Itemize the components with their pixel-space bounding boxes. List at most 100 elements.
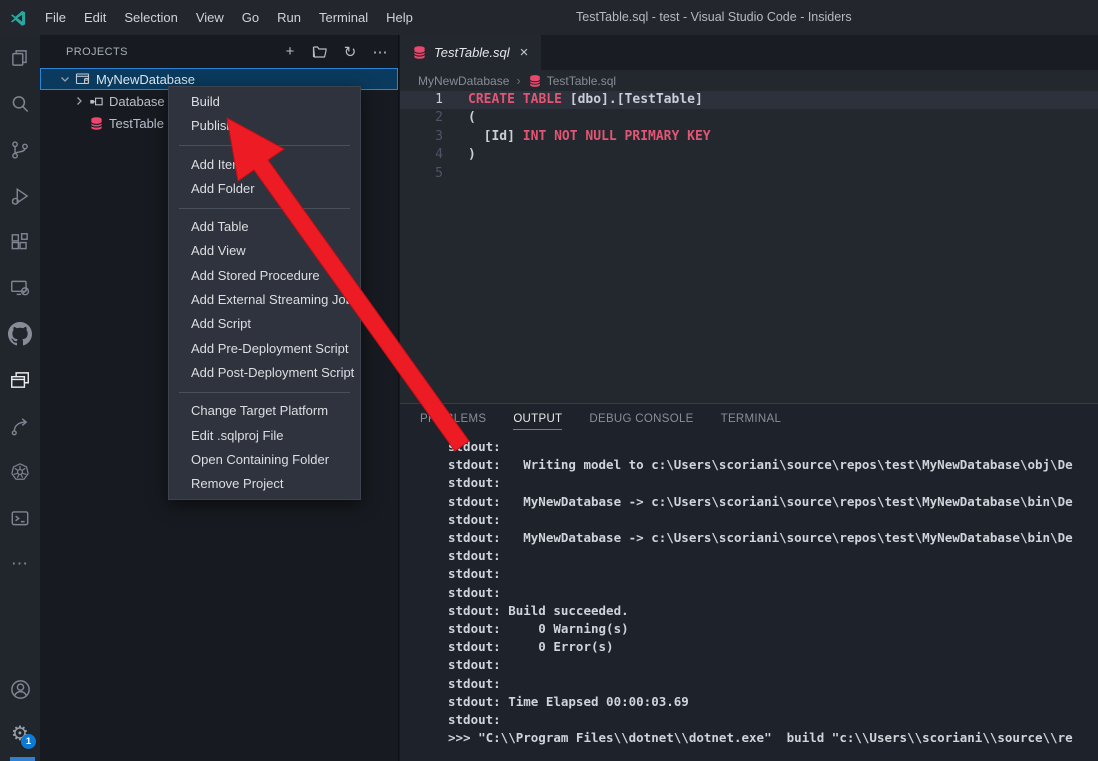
github-icon[interactable]	[0, 311, 40, 357]
account-icon[interactable]	[0, 667, 40, 711]
code-editor[interactable]: 1CREATE TABLE [dbo].[TestTable]2(3 [Id] …	[400, 91, 1098, 403]
menu-edit[interactable]: Edit	[75, 0, 115, 35]
output-line: stdout:	[448, 656, 1098, 674]
bottom-panel: PROBLEMS OUTPUT DEBUG CONSOLE TERMINAL s…	[400, 403, 1098, 761]
output-line: stdout:	[448, 438, 1098, 456]
tab-problems[interactable]: PROBLEMS	[420, 404, 486, 434]
menu-item-remove-project[interactable]: Remove Project	[169, 472, 360, 496]
explorer-icon[interactable]	[0, 35, 40, 81]
activity-bar: ⋯ ⚙ 1	[0, 35, 40, 761]
tab-output[interactable]: OUTPUT	[513, 404, 562, 434]
tab-terminal[interactable]: TERMINAL	[721, 404, 782, 434]
code-line-5: 5	[400, 165, 1098, 183]
menu-item-add-stored-procedure[interactable]: Add Stored Procedure	[169, 264, 360, 288]
output-line: stdout: Writing model to c:\Users\scoria…	[448, 456, 1098, 474]
tab-testtable-sql[interactable]: TestTable.sql ×	[400, 35, 541, 70]
menu-selection[interactable]: Selection	[115, 0, 186, 35]
breadcrumb-project[interactable]: MyNewDatabase	[418, 74, 509, 88]
activity-bar-bottom: ⚙ 1	[0, 667, 40, 755]
tree-item-label: TestTable	[109, 116, 164, 131]
editor-area: TestTable.sql × MyNewDatabase › TestTabl…	[400, 35, 1098, 403]
database-projects-icon[interactable]	[0, 357, 40, 403]
line-number: 2	[400, 109, 443, 127]
code-line-4: 4)	[400, 146, 1098, 164]
output-line: stdout:	[448, 711, 1098, 729]
database-file-icon	[89, 116, 104, 131]
tree-item-label: MyNewDatabase	[96, 72, 195, 87]
chevron-down-icon[interactable]	[57, 73, 73, 85]
output-line: stdout:	[448, 474, 1098, 492]
run-debug-icon[interactable]	[0, 173, 40, 219]
menu-item-publish[interactable]: Publish	[169, 114, 360, 138]
close-icon[interactable]: ×	[517, 44, 532, 61]
open-folder-icon[interactable]	[310, 42, 330, 62]
sidebar-title: PROJECTS	[66, 46, 280, 58]
menu-file[interactable]: File	[36, 0, 75, 35]
output-line: stdout:	[448, 547, 1098, 565]
menu-item-add-external-streaming-job[interactable]: Add External Streaming Job	[169, 288, 360, 312]
menu-item-add-script[interactable]: Add Script	[169, 312, 360, 336]
menu-item-change-target-platform[interactable]: Change Target Platform	[169, 399, 360, 423]
window-title: TestTable.sql - test - Visual Studio Cod…	[576, 0, 852, 35]
sidebar-header: PROJECTS + ↻ ⋯	[40, 35, 398, 68]
breadcrumb-file-label: TestTable.sql	[547, 74, 616, 88]
line-number: 4	[400, 146, 443, 164]
menu-run[interactable]: Run	[268, 0, 310, 35]
line-number: 1	[400, 91, 443, 109]
remote-explorer-icon[interactable]	[0, 265, 40, 311]
database-file-icon	[528, 74, 542, 88]
breadcrumb-file[interactable]: TestTable.sql	[528, 74, 616, 88]
refresh-icon[interactable]: ↻	[340, 42, 360, 62]
menu-separator	[179, 392, 350, 393]
menu-help[interactable]: Help	[377, 0, 422, 35]
output-console[interactable]: stdout:stdout: Writing model to c:\Users…	[400, 434, 1098, 761]
add-project-icon[interactable]: +	[280, 42, 300, 62]
menu-item-build[interactable]: Build	[169, 90, 360, 114]
menu-item-open-containing-folder[interactable]: Open Containing Folder	[169, 448, 360, 472]
terminal-shell-icon[interactable]	[0, 495, 40, 541]
menu-item-add-table[interactable]: Add Table	[169, 215, 360, 239]
extensions-icon[interactable]	[0, 219, 40, 265]
menu-item-add-item[interactable]: Add Item...	[169, 153, 360, 177]
database-references-icon	[89, 94, 104, 109]
code-line-3: 3 [Id] INT NOT NULL PRIMARY KEY	[400, 128, 1098, 146]
menu-item-add-view[interactable]: Add View	[169, 239, 360, 263]
tree-item-label: Database	[109, 94, 165, 109]
line-number: 3	[400, 128, 443, 146]
tab-debug-console[interactable]: DEBUG CONSOLE	[589, 404, 693, 434]
menu-terminal[interactable]: Terminal	[310, 0, 377, 35]
title-bar: File Edit Selection View Go Run Terminal…	[0, 0, 1098, 35]
source-control-icon[interactable]	[0, 127, 40, 173]
chevron-right-icon: ›	[516, 73, 520, 88]
output-line: stdout:	[448, 584, 1098, 602]
share-icon[interactable]	[0, 403, 40, 449]
line-content: CREATE TABLE [dbo].[TestTable]	[443, 91, 703, 109]
more-actions-icon[interactable]: ⋯	[370, 42, 390, 62]
output-line: stdout: 0 Error(s)	[448, 638, 1098, 656]
status-bar-sliver	[10, 757, 35, 761]
output-line: >>> "C:\\Program Files\\dotnet\\dotnet.e…	[448, 729, 1098, 747]
menu-item-add-pre-deployment-script[interactable]: Add Pre-Deployment Script	[169, 337, 360, 361]
kubernetes-icon[interactable]	[0, 449, 40, 495]
menu-go[interactable]: Go	[233, 0, 268, 35]
tab-label: TestTable.sql	[434, 45, 510, 60]
more-views-icon[interactable]: ⋯	[0, 541, 40, 587]
output-line: stdout: 0 Warning(s)	[448, 620, 1098, 638]
menu-item-add-folder[interactable]: Add Folder	[169, 177, 360, 201]
menu-item-add-post-deployment-script[interactable]: Add Post-Deployment Script	[169, 361, 360, 385]
line-content: )	[443, 146, 476, 164]
line-content: (	[443, 109, 476, 127]
output-line: stdout:	[448, 511, 1098, 529]
output-line: stdout: MyNewDatabase -> c:\Users\scoria…	[448, 493, 1098, 511]
line-content	[443, 165, 468, 183]
settings-gear-icon[interactable]: ⚙ 1	[0, 711, 40, 755]
output-line: stdout:	[448, 675, 1098, 693]
editor-tab-bar: TestTable.sql ×	[400, 35, 1098, 70]
menu-item-edit-sqlproj-file[interactable]: Edit .sqlproj File	[169, 424, 360, 448]
chevron-right-icon[interactable]	[71, 95, 87, 107]
code-line-2: 2(	[400, 109, 1098, 127]
menu-view[interactable]: View	[187, 0, 233, 35]
search-icon[interactable]	[0, 81, 40, 127]
output-line: stdout: Time Elapsed 00:00:03.69	[448, 693, 1098, 711]
vscode-insiders-logo-icon	[0, 9, 36, 27]
